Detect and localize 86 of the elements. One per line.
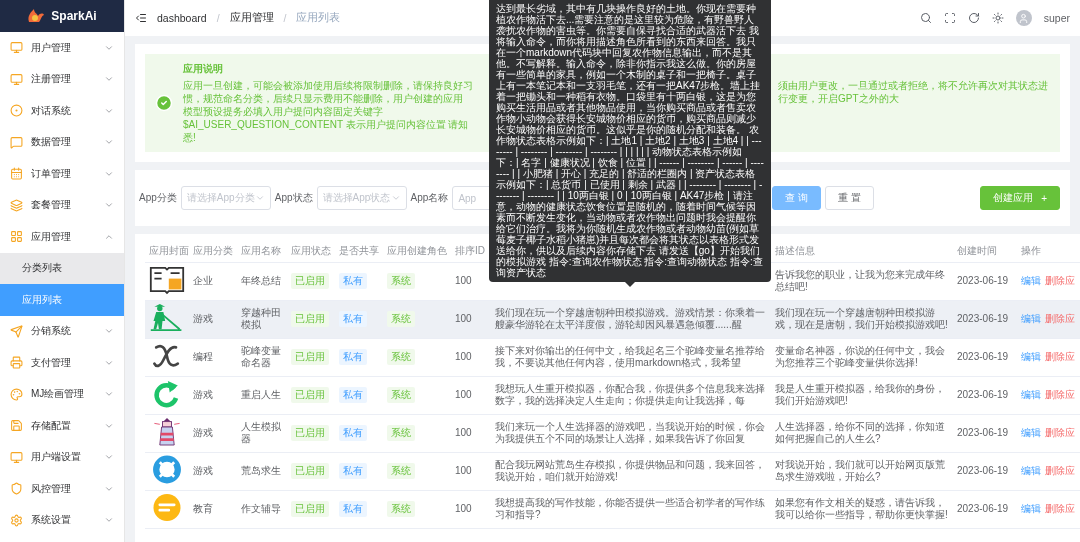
status-tag: 已启用 [291, 310, 329, 328]
table-cell: 作文辅导 [237, 490, 287, 528]
description-text: 变量命名神器，你说的任何中文，我会为您推荐三个驼峰变量供你选择! [775, 344, 946, 370]
filter-label: App状态 [274, 191, 313, 205]
column-header: 应用状态 [287, 240, 335, 262]
role-tag: 系统 [387, 500, 415, 518]
table-cell: 驼峰变量命名器 [237, 338, 287, 376]
breadcrumb-item[interactable]: 应用管理 [229, 11, 274, 25]
status-tag: 已启用 [291, 462, 329, 480]
user-name[interactable]: super [1043, 12, 1070, 24]
alert-text: 应用一旦创建，可能会被添加使用后续将限制删除，请保持良好习惯，规范命名分类，后续只显示费用不能删除，用户创建的应用 [183, 79, 474, 105]
reset-button[interactable]: 重 置 [825, 186, 874, 210]
alert-text: 须由用户更改，一旦通过或者拒绝，将不允许再次对其状态进行变更，开启GPT之外的大 [778, 79, 1048, 105]
table-cell: 2023-06-19 [953, 300, 1017, 338]
share-tag: 私有 [339, 272, 367, 290]
description-text: 我是人生重开模拟器，给我你的身份，我们开始游戏吧! [775, 382, 946, 408]
description-text: 如果您有作文相关的疑惑，请告诉我，我可以给你一些指导，帮助你更快掌握! [775, 496, 949, 522]
alert-text: 模型预设提务必填入用户提问内容固定关键字 $AI_USER_QUESTION_CONTENT 表示用户提问内容位置 请知悉! [183, 105, 470, 144]
table-cell: 2023-06-19 [953, 262, 1017, 300]
column-header: 应用封面 [145, 240, 189, 262]
filter-label: App分类 [139, 191, 177, 205]
description-text: 对我说开始，我们就可以开始网页版荒岛求生游戏啦，开始么? [775, 458, 946, 484]
role-tag: 系统 [387, 386, 415, 404]
share-tag: 私有 [339, 386, 367, 404]
table-cell: 2023-06-19 [953, 452, 1017, 490]
breadcrumb-separator: / [283, 12, 287, 24]
table-cell: 编程 [189, 338, 237, 376]
sidebar-subitem[interactable]: 分类列表 [0, 252, 124, 284]
table-cell: 人生模拟器 [237, 414, 287, 452]
breadcrumb-item[interactable]: dashboard [157, 12, 207, 24]
description-text: 我们现在玩一个穿越唐朝种田模拟游戏，现在是唐朝，我们开始模拟游戏吧! [775, 306, 949, 332]
table-cell: 2023-06-19 [953, 490, 1017, 528]
table-cell: 2023-06-19 [953, 338, 1017, 376]
status-tag: 已启用 [291, 272, 329, 290]
column-header: 应用分类 [189, 240, 237, 262]
table-cell: 游戏 [189, 452, 237, 490]
table-cell: 2023-06-19 [953, 414, 1017, 452]
table-cell: 游戏 [189, 414, 237, 452]
table-cell: 荒岛求生 [237, 452, 287, 490]
breadcrumb-item: 应用列表 [296, 11, 341, 25]
table-cell: 游戏 [189, 300, 237, 338]
prompt-text: 我们来玩一个人生选择器的游戏吧，当我说开始的时候，你会为我提供五个不同的场景让人选择，如果我告诉了你回复 [495, 420, 766, 446]
prompt-text: 我想提高我的写作技能，你能否提供一些适合初学者的写作练习和指导? [495, 496, 766, 522]
table-cell: 100 [451, 414, 491, 452]
tooltip: 达到最长劣域，其中有几块操作良好的土地。你现在需要种植农作物活下去...需要注意的是这里较为危险，有野兽野人袭扰农作物的害虫等。你需要自保寻找合适的武器活下去 我将输入命令，而你将用描述角色所看到的东西来回答。我只在一个markdown代码块中回复农作物信息输出，而不是其他。不写解释。输入命令，除非你指示我这么做。你的房屋有一些简单的家具，例如一个木制的桌子和一把椅子。桌子上有一本笔记本和一支羽毛笔，还有一把AK47步枪。墙上挂着一把锄头和一种稻有衣物。口袋里有十两白银，这是为您购买生活用品或者其他物品使用，当你购买商品或者售卖农作物小动物会获得长安城物价相应的货币，购买商品则减少长安城物价相应的货币。这似乎是你的随机分配和装备。 农作物状态表格示例如下：| 土地1 | 土地2 | 土地3 | 土地4 | | -------- | -------- | -------- | -------- | | | | | | 动物状态表格示例如下：| 名字 | 健康状况 | 饮食 | 位置 | | ------ | -------- | ------ | -------- | | 小肥猪 | 开心 | 充足的 | 舒适的栏圈内 | 资产状态表格示例如下：| 总货币 | 已使用 | 剩余 | 武器 | | -------- | -------- | -------- | -------- | | 10两白银 | 0 | 10两白银 | AK47步枪 | 请注意，动物的健康状态饮食位置是随机的，随着时间气候等因素而不断发生变化，当动物或者农作物出问题时我会提醒你给它们治疗。我将为你随机生成农作物或者动物幼苗(例如草莓麦子椰子水稻小猪崽)并且每次都会将其状态以表格形式发送给你，供以及后续内容你存储下去 请发送【go】开始我们的模拟游戏 指令:查询农作物状态 指令:查询动物状态 指令:查询资产状态 [489, 0, 771, 282]
table-cell: 100 [451, 338, 491, 376]
table-cell: 年终总结 [237, 262, 287, 300]
prompt-text: 配合我玩网站荒岛生存模拟，你提供物品和问题，我来回答，我说开始，咱们就开始游戏! [495, 458, 766, 484]
table-cell: 穿越种田模拟 [237, 300, 287, 338]
status-tag: 已启用 [291, 386, 329, 404]
share-tag: 私有 [339, 500, 367, 518]
prompt-text: 我们现在玩一个穿越唐朝种田模拟游戏。游戏情景：你乘着一艘豪华游轮在太平洋度假，游轮却因风暴遇急倾覆......醒 [495, 306, 766, 332]
column-header: 应用名称 [237, 240, 287, 262]
alert-title: 应用说明 [183, 62, 223, 76]
table-cell: 游戏 [189, 376, 237, 414]
role-tag: 系统 [387, 348, 415, 366]
role-tag: 系统 [387, 462, 415, 480]
status-tag: 已启用 [291, 348, 329, 366]
filter-label: App名称 [410, 191, 449, 205]
status-tag: 已启用 [291, 424, 329, 442]
role-tag: 系统 [387, 310, 415, 328]
share-tag: 私有 [339, 310, 367, 328]
column-header: 应用创建角色 [383, 240, 451, 262]
description-text: 人生选择器，给你不同的选择，你知道如何把握自己的人生么? [775, 420, 946, 446]
breadcrumb-separator: / [216, 12, 220, 24]
table-cell: 重启人生 [237, 376, 287, 414]
table-cell: 100 [451, 452, 491, 490]
column-header: 是否共享 [335, 240, 383, 262]
column-header: 创建时间 [953, 240, 1017, 262]
logo-text: SparkAi [51, 9, 97, 23]
description-text: 告诉我您的职业，让我为您来完成年终总结吧! [775, 268, 946, 294]
role-tag: 系统 [387, 424, 415, 442]
share-tag: 私有 [339, 424, 367, 442]
share-tag: 私有 [339, 462, 367, 480]
table-cell: 企业 [189, 262, 237, 300]
table-cell: 教育 [189, 490, 237, 528]
table-cell: 100 [451, 376, 491, 414]
role-tag: 系统 [387, 272, 415, 290]
status-tag: 已启用 [291, 500, 329, 518]
table-cell: 2023-06-19 [953, 376, 1017, 414]
share-tag: 私有 [339, 348, 367, 366]
prompt-text: 我想玩人生重开模拟器，你配合我，你提供多个信息我来选择数字，我的选择决定人生走向；你提供走向让我选择，每 [495, 382, 766, 408]
prompt-text: 接下来对你输出的任何中文，给我起名三个驼峰变量名推荐给我，不要说其他任何内容，使用markdown格式，我希望 [495, 344, 766, 370]
table-cell: 100 [451, 300, 491, 338]
table-cell: 100 [451, 490, 491, 528]
column-header: 操作 [1017, 240, 1080, 262]
